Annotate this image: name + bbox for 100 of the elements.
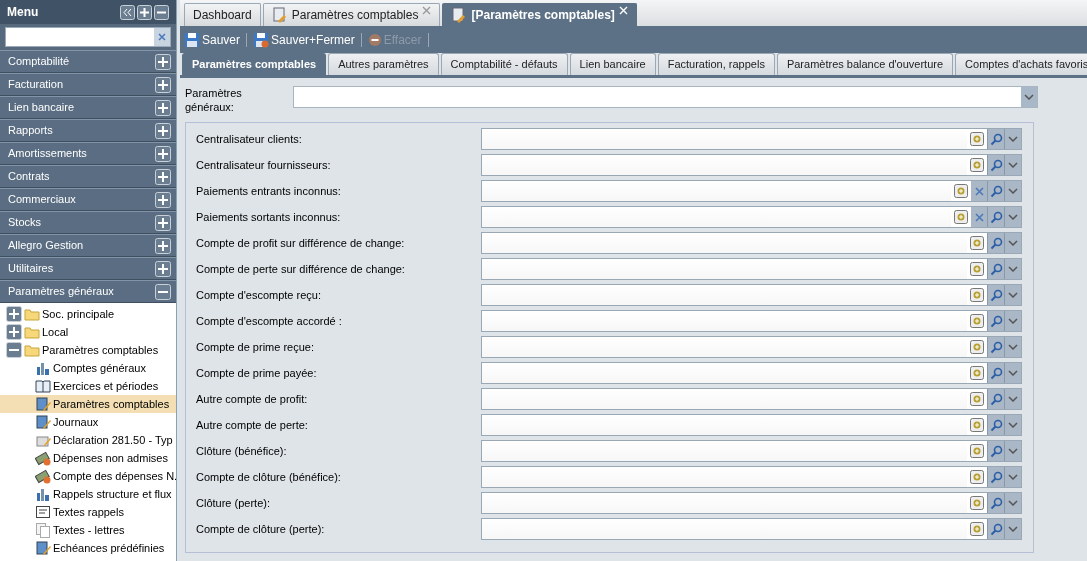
expand-icon[interactable]	[155, 76, 171, 93]
chevron-down-icon[interactable]	[1008, 136, 1018, 142]
add-icon[interactable]	[970, 236, 984, 250]
settings-tab[interactable]: Paramètres balance d'ouverture	[776, 53, 954, 75]
tree-item[interactable]: Rappels structure et flux	[0, 485, 176, 503]
account-field[interactable]	[481, 180, 1022, 202]
expand-icon[interactable]	[155, 99, 171, 116]
expand-all-icon[interactable]	[137, 4, 152, 20]
tree-item[interactable]: Paramètres comptables	[0, 341, 176, 359]
add-icon[interactable]	[970, 418, 984, 432]
menu-section[interactable]: Facturation	[0, 73, 176, 96]
close-icon[interactable]	[422, 6, 432, 15]
chevron-down-icon[interactable]	[1008, 162, 1018, 168]
chevron-down-icon[interactable]	[1008, 448, 1018, 454]
search-icon[interactable]	[989, 158, 1003, 172]
account-field[interactable]	[481, 362, 1022, 384]
account-field[interactable]	[481, 206, 1022, 228]
search-icon[interactable]	[989, 288, 1003, 302]
settings-tab[interactable]: Paramètres comptables	[182, 53, 327, 75]
account-field[interactable]	[481, 440, 1022, 462]
expand-icon[interactable]	[155, 214, 171, 231]
expand-icon[interactable]	[155, 260, 171, 277]
settings-tab[interactable]: Comptes d'achats favoris	[955, 53, 1087, 75]
tree-item[interactable]: Comptes généraux	[0, 359, 176, 377]
menu-section[interactable]: Comptabilité	[0, 50, 176, 73]
chevron-down-icon[interactable]	[1008, 318, 1018, 324]
search-icon[interactable]	[989, 418, 1003, 432]
search-icon[interactable]	[989, 314, 1003, 328]
search-icon[interactable]	[989, 340, 1003, 354]
collapse-all-icon[interactable]	[154, 4, 169, 20]
tree-item[interactable]: Compte des dépenses N.	[0, 467, 176, 485]
chevron-down-icon[interactable]	[1008, 526, 1018, 532]
chevron-down-icon[interactable]	[1008, 396, 1018, 402]
account-field[interactable]	[481, 414, 1022, 436]
chevron-down-icon[interactable]	[1008, 188, 1018, 194]
menu-section[interactable]: Utilitaires	[0, 257, 176, 280]
add-icon[interactable]	[970, 288, 984, 302]
add-icon[interactable]	[970, 158, 984, 172]
account-field[interactable]	[481, 128, 1022, 150]
tree-item[interactable]: Textes rappels	[0, 503, 176, 521]
document-tab[interactable]: Dashboard	[184, 3, 261, 26]
search-icon[interactable]	[989, 184, 1003, 198]
add-icon[interactable]	[970, 444, 984, 458]
menu-section[interactable]: Stocks	[0, 211, 176, 234]
search-icon[interactable]	[989, 444, 1003, 458]
collapse-icon[interactable]	[155, 283, 171, 300]
expand-icon[interactable]	[155, 191, 171, 208]
add-icon[interactable]	[954, 184, 968, 198]
search-icon[interactable]	[989, 262, 1003, 276]
chevron-down-icon[interactable]	[1008, 370, 1018, 376]
add-icon[interactable]	[954, 210, 968, 224]
search-icon[interactable]	[989, 392, 1003, 406]
account-field[interactable]	[481, 388, 1022, 410]
account-field[interactable]	[481, 258, 1022, 280]
expand-icon[interactable]	[155, 145, 171, 162]
tree-item[interactable]: Exercices et périodes	[0, 377, 176, 395]
account-field[interactable]	[481, 232, 1022, 254]
menu-section[interactable]: Amortissements	[0, 142, 176, 165]
collapse-icon[interactable]	[6, 342, 22, 358]
menu-search-field[interactable]	[5, 27, 171, 47]
add-icon[interactable]	[970, 340, 984, 354]
tree-item[interactable]: Soc. principale	[0, 305, 176, 323]
account-field[interactable]	[481, 466, 1022, 488]
settings-tab[interactable]: Lien bancaire	[569, 53, 656, 75]
settings-tab[interactable]: Facturation, rappels	[657, 53, 775, 75]
account-field[interactable]	[481, 492, 1022, 514]
account-field[interactable]	[481, 518, 1022, 540]
menu-section[interactable]: Lien bancaire	[0, 96, 176, 119]
expand-icon[interactable]	[155, 122, 171, 139]
menu-section[interactable]: Commerciaux	[0, 188, 176, 211]
expand-icon[interactable]	[6, 324, 22, 340]
add-icon[interactable]	[970, 392, 984, 406]
clear-icon[interactable]	[974, 186, 984, 196]
search-icon[interactable]	[989, 470, 1003, 484]
add-icon[interactable]	[970, 522, 984, 536]
chevron-down-icon[interactable]	[1008, 214, 1018, 220]
search-icon[interactable]	[989, 132, 1003, 146]
chevron-down-icon[interactable]	[1008, 240, 1018, 246]
chevron-down-icon[interactable]	[1008, 266, 1018, 272]
menu-section[interactable]: Paramètres généraux	[0, 280, 176, 303]
account-field[interactable]	[481, 284, 1022, 306]
tree-item[interactable]: Journaux	[0, 413, 176, 431]
chevron-down-icon[interactable]	[1008, 422, 1018, 428]
search-icon[interactable]	[989, 210, 1003, 224]
document-tab[interactable]: Paramètres comptables	[262, 3, 441, 26]
settings-tab[interactable]: Autres paramètres	[328, 53, 439, 75]
add-icon[interactable]	[970, 496, 984, 510]
add-icon[interactable]	[970, 314, 984, 328]
tree-item[interactable]: Dépenses non admises	[0, 449, 176, 467]
clear-icon[interactable]	[157, 32, 167, 42]
clear-icon[interactable]	[974, 212, 984, 222]
menu-section[interactable]: Allegro Gestion	[0, 234, 176, 257]
menu-section[interactable]: Contrats	[0, 165, 176, 188]
add-icon[interactable]	[970, 470, 984, 484]
add-icon[interactable]	[970, 262, 984, 276]
tree-item[interactable]: Local	[0, 323, 176, 341]
search-icon[interactable]	[989, 366, 1003, 380]
search-icon[interactable]	[989, 496, 1003, 510]
expand-icon[interactable]	[155, 53, 171, 70]
add-icon[interactable]	[970, 366, 984, 380]
